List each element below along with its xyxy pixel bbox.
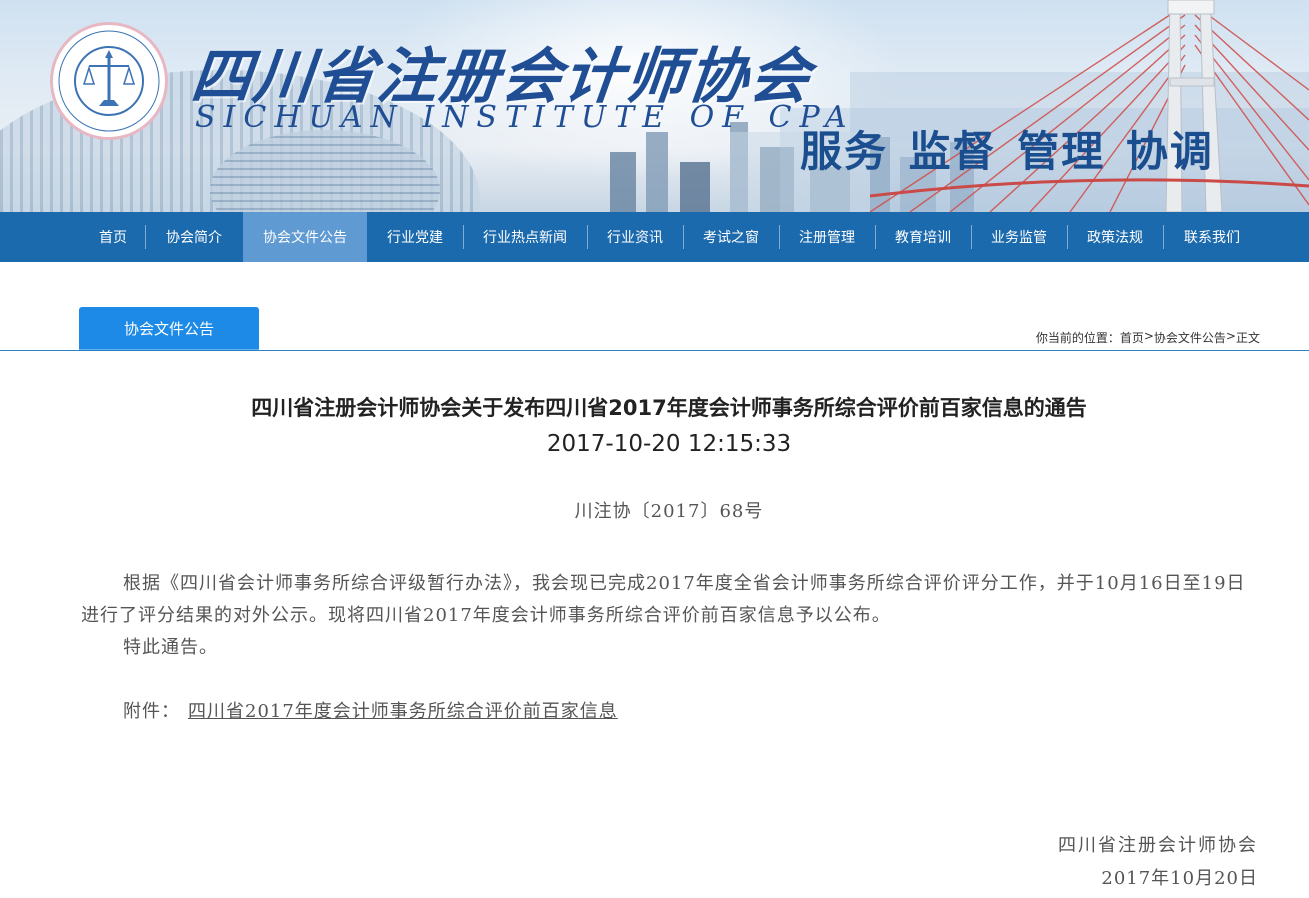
bridge-illustration — [870, 0, 1309, 212]
org-name-english: SICHUAN INSTITUTE OF CPA — [195, 100, 855, 135]
article-paragraph: 根据《四川省会计师事务所综合评级暂行办法》，我会现已完成2017年度全省会计师事… — [81, 573, 1246, 626]
breadcrumb-separator: > — [1143, 329, 1154, 343]
attachment-line: 附件： 四川省2017年度会计师事务所综合评价前百家信息 — [123, 697, 618, 723]
main-nav: 首页 协会简介 协会文件公告 行业党建 行业热点新闻 行业资讯 考试之窗 注册管… — [0, 212, 1309, 262]
article-paragraph: 特此通告。 — [123, 637, 218, 658]
header-banner: 四川省注册会计师协会 SICHUAN INSTITUTE OF CPA 服务 监… — [0, 0, 1309, 212]
nav-item-announcements[interactable]: 协会文件公告 — [243, 212, 367, 262]
nav-item-hot-news[interactable]: 行业热点新闻 — [463, 212, 587, 262]
attachment-label: 附件： — [123, 701, 180, 722]
nav-item-exams[interactable]: 考试之窗 — [683, 212, 779, 262]
document-number: 川注协〔2017〕68号 — [574, 501, 764, 522]
signature-organization: 四川省注册会计师协会 — [1058, 835, 1258, 856]
nav-item-about[interactable]: 协会简介 — [145, 212, 243, 262]
institute-logo[interactable] — [50, 22, 168, 140]
nav-item-contact[interactable]: 联系我们 — [1163, 212, 1261, 262]
nav-item-home[interactable]: 首页 — [81, 212, 145, 262]
nav-item-party-building[interactable]: 行业党建 — [367, 212, 463, 262]
breadcrumb: 你当前的位置： 首页 > 协会文件公告 > 正文 — [1036, 329, 1260, 346]
signature-date: 2017年10月20日 — [1101, 868, 1258, 889]
section-tab[interactable]: 协会文件公告 — [79, 307, 259, 350]
nav-item-industry-info[interactable]: 行业资讯 — [587, 212, 683, 262]
nav-item-training[interactable]: 教育培训 — [875, 212, 971, 262]
breadcrumb-separator: > — [1225, 329, 1236, 343]
article-datetime: 2017-10-20 12:15:33 — [546, 431, 792, 457]
nav-item-policies[interactable]: 政策法规 — [1067, 212, 1163, 262]
scales-emblem-icon — [58, 30, 160, 132]
section-divider — [0, 350, 1309, 351]
breadcrumb-section-link[interactable]: 协会文件公告 — [1154, 329, 1226, 346]
nav-item-supervision[interactable]: 业务监管 — [971, 212, 1067, 262]
breadcrumb-current: 正文 — [1235, 331, 1260, 345]
nav-list: 首页 协会简介 协会文件公告 行业党建 行业热点新闻 行业资讯 考试之窗 注册管… — [81, 212, 1261, 262]
banner-slogan: 服务 监督 管理 协调 — [800, 127, 1214, 176]
breadcrumb-prefix: 你当前的位置： — [1035, 331, 1120, 345]
attachment-link[interactable]: 四川省2017年度会计师事务所综合评价前百家信息 — [188, 697, 618, 723]
breadcrumb-home-link[interactable]: 首页 — [1120, 329, 1144, 346]
article-title: 四川省注册会计师协会关于发布四川省2017年度会计师事务所综合评价前百家信息的通… — [251, 396, 1087, 420]
nav-item-registration[interactable]: 注册管理 — [779, 212, 875, 262]
